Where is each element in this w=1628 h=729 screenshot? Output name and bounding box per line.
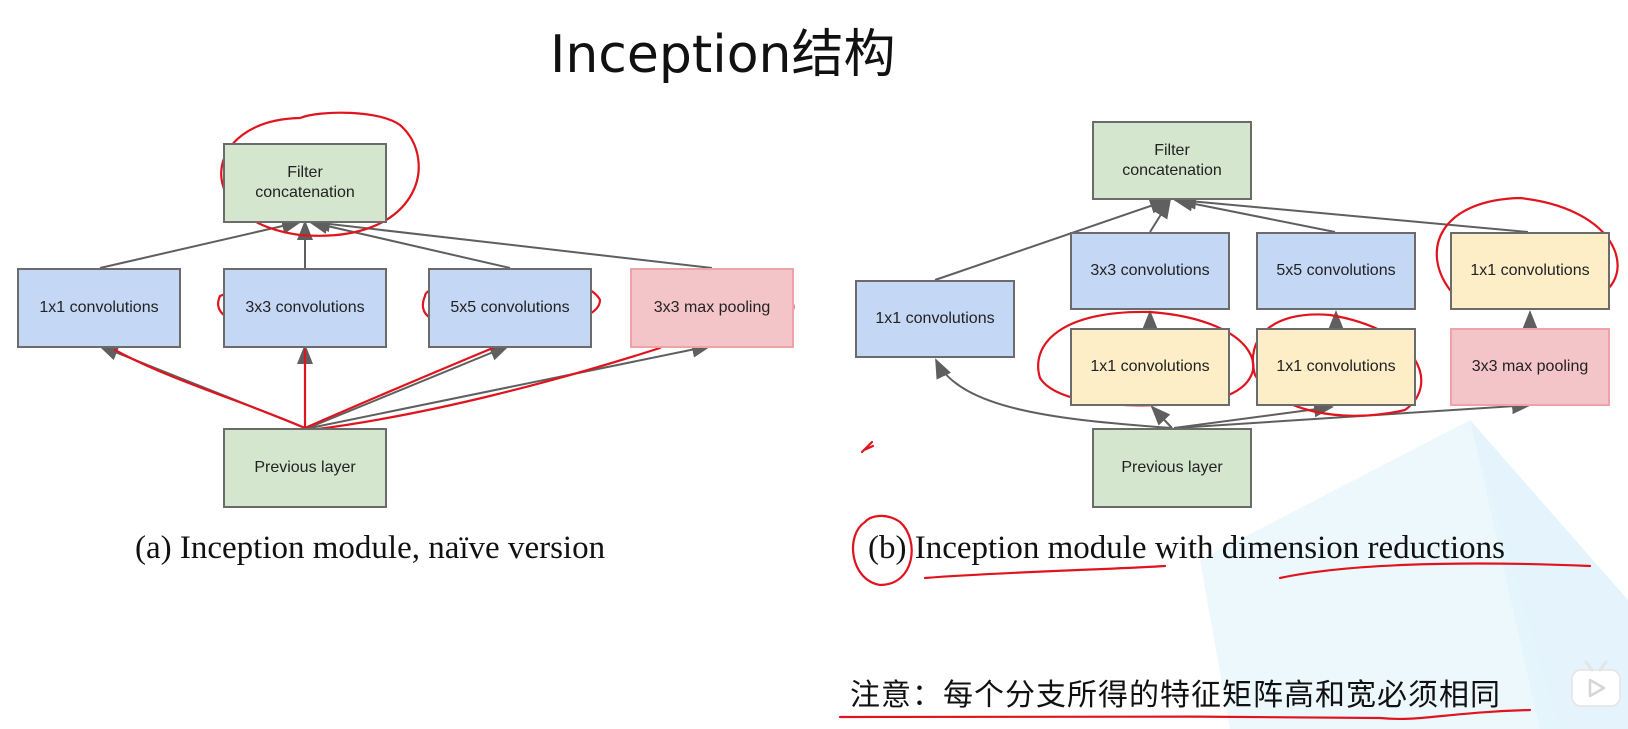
edge-a-pool-concat — [310, 216, 713, 269]
node-b-reduce5x5: 1x1 convolutions — [1256, 328, 1416, 406]
node-a-maxpool: 3x3 max pooling — [630, 268, 794, 348]
node-b-reduce3x3: 1x1 convolutions — [1070, 328, 1230, 406]
edge-a-5x5-concat — [308, 218, 511, 269]
annotation-tick-mark — [860, 440, 875, 454]
node-b-maxpool: 3x3 max pooling — [1450, 328, 1610, 406]
edge-a-prev-pool — [309, 341, 712, 429]
node-b-conv3x3: 3x3 convolutions — [1070, 232, 1230, 310]
tv-play-icon[interactable] — [1568, 660, 1624, 708]
annotation-underline-b-1 — [923, 564, 1167, 580]
edge-b-prev-reduce3 — [1150, 405, 1173, 429]
caption-b: (b) Inception module with dimension redu… — [868, 530, 1505, 566]
node-b-filter-concat: Filter concatenation — [1092, 121, 1252, 200]
edge-b-5x5-concat — [1173, 195, 1336, 233]
edge-a-prev-5x5 — [307, 345, 510, 429]
node-a-previous-layer: Previous layer — [223, 428, 387, 508]
node-a-conv5x5: 5x5 convolutions — [428, 268, 592, 348]
node-b-previous-layer: Previous layer — [1092, 428, 1252, 508]
node-a-conv1x1: 1x1 convolutions — [17, 268, 181, 348]
node-b-pool-projection: 1x1 convolutions — [1450, 232, 1610, 310]
node-a-filter-concat: Filter concatenation — [223, 143, 387, 223]
caption-a: (a) Inception module, naïve version — [135, 530, 606, 566]
slide-note: 注意：每个分支所得的特征矩阵高和宽必须相同 — [850, 678, 1501, 713]
node-b-conv1x1: 1x1 convolutions — [855, 280, 1015, 358]
node-b-conv5x5: 5x5 convolutions — [1256, 232, 1416, 310]
node-a-conv3x3: 3x3 convolutions — [223, 268, 387, 348]
